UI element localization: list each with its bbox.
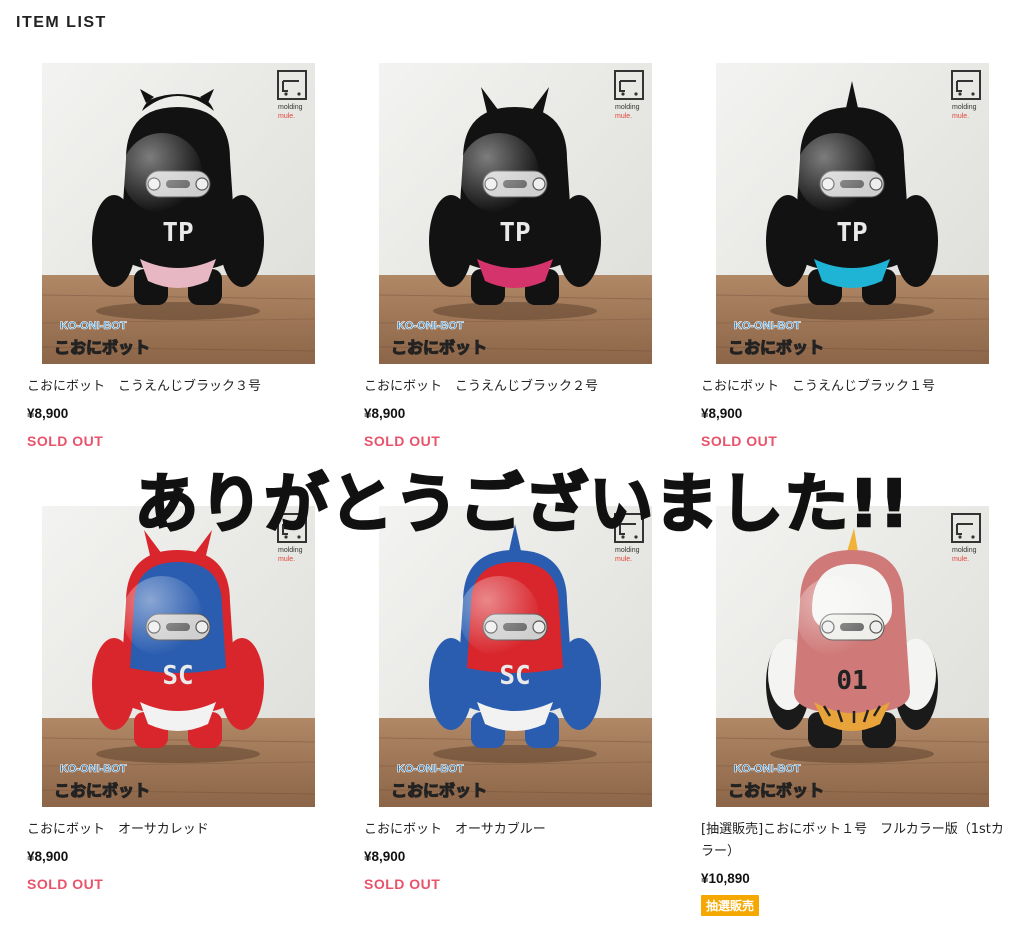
sold-out-label: SOLD OUT [701,433,778,449]
product-name[interactable]: こおにボット こうえんじブラック１号 [701,376,1001,398]
svg-text:こおにボット: こおにボット [391,781,487,800]
product-image[interactable]: molding mule. SC KO-ONI-BOT こおにボット [42,506,315,807]
product-name[interactable]: [抽選販売]こおにボット１号 フルカラー版（1stカラー） [701,819,1006,863]
svg-text:KO-ONI-BOT: KO-ONI-BOT [734,320,801,332]
svg-text:こおにボット: こおにボット [728,338,824,357]
product-price: ¥8,900 [364,406,406,421]
product-price: ¥8,900 [27,406,69,421]
product-name[interactable]: こおにボット オーサカレッド [27,819,327,841]
product-image[interactable]: molding mule. 01 KO-ONI-BOT こおにボット [716,506,989,807]
lottery-badge: 抽選販売 [701,895,760,916]
svg-text:mule.: mule. [952,556,969,563]
sold-out-label: SOLD OUT [27,433,104,449]
svg-text:SC: SC [499,661,530,691]
product-card[interactable]: molding mule. 01 KO-ONI-BOT こおにボット [抽選販売… [701,506,1004,916]
svg-text:mule.: mule. [278,556,295,563]
svg-text:TP: TP [162,218,193,248]
svg-text:TP: TP [836,218,867,248]
svg-text:TP: TP [499,218,530,248]
product-name[interactable]: こおにボット オーサカブルー [364,819,664,841]
svg-text:molding: molding [952,104,977,111]
svg-text:01: 01 [836,666,867,696]
svg-text:molding: molding [952,547,977,554]
product-card[interactable]: molding mule. TP KO-ONI-BOT こおにボット こおにボッ… [364,63,664,449]
sold-out-label: SOLD OUT [27,876,104,892]
svg-text:KO-ONI-BOT: KO-ONI-BOT [60,763,127,775]
svg-text:SC: SC [162,661,193,691]
product-image[interactable]: molding mule. TP KO-ONI-BOT こおにボット [716,63,989,364]
product-card[interactable]: molding mule. TP KO-ONI-BOT こおにボット こおにボッ… [701,63,1001,449]
svg-text:こおにボット: こおにボット [728,781,824,800]
svg-text:こおにボット: こおにボット [54,781,150,800]
svg-text:mule.: mule. [278,113,295,120]
product-price: ¥8,900 [27,849,69,864]
product-image[interactable]: molding mule. SC KO-ONI-BOT こおにボット [379,506,652,807]
svg-text:mule.: mule. [952,113,969,120]
svg-text:molding: molding [278,547,303,554]
svg-text:KO-ONI-BOT: KO-ONI-BOT [397,763,464,775]
product-card[interactable]: molding mule. TP KO-ONI-BOT こおにボット こおにボッ… [27,63,327,449]
svg-text:molding: molding [278,104,303,111]
product-price: ¥10,890 [701,871,750,886]
section-title: ITEM LIST [16,14,107,31]
product-image[interactable]: molding mule. TP KO-ONI-BOT こおにボット [379,63,652,364]
svg-text:molding: molding [615,547,640,554]
svg-text:molding: molding [615,104,640,111]
product-card[interactable]: molding mule. SC KO-ONI-BOT こおにボット こおにボッ… [27,506,327,892]
product-price: ¥8,900 [364,849,406,864]
sold-out-label: SOLD OUT [364,876,441,892]
svg-text:mule.: mule. [615,556,632,563]
svg-text:こおにボット: こおにボット [391,338,487,357]
product-price: ¥8,900 [701,406,743,421]
product-card[interactable]: molding mule. SC KO-ONI-BOT こおにボット こおにボッ… [364,506,664,892]
svg-text:KO-ONI-BOT: KO-ONI-BOT [397,320,464,332]
svg-text:mule.: mule. [615,113,632,120]
svg-text:KO-ONI-BOT: KO-ONI-BOT [60,320,127,332]
sold-out-label: SOLD OUT [364,433,441,449]
product-name[interactable]: こおにボット こうえんじブラック２号 [364,376,664,398]
svg-text:KO-ONI-BOT: KO-ONI-BOT [734,763,801,775]
svg-text:こおにボット: こおにボット [54,338,150,357]
product-image[interactable]: molding mule. TP KO-ONI-BOT こおにボット [42,63,315,364]
product-name[interactable]: こおにボット こうえんじブラック３号 [27,376,327,398]
